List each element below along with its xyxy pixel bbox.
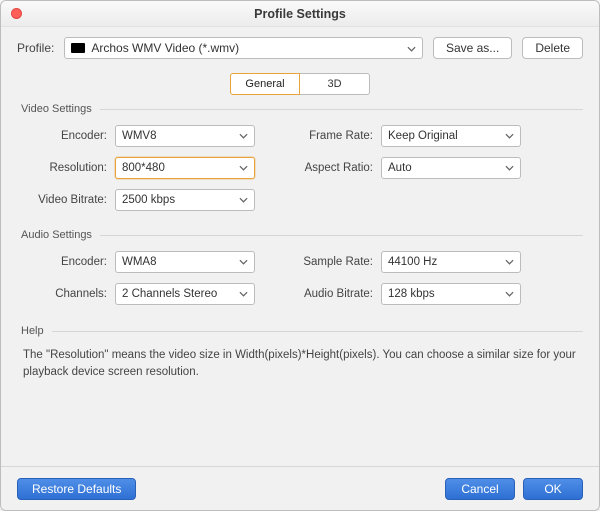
- window-title: Profile Settings: [254, 7, 346, 21]
- ok-button[interactable]: OK: [523, 478, 583, 500]
- top-row: Profile: Archos WMV Video (*.wmv) Save a…: [17, 37, 583, 59]
- audio-settings-group: Audio Settings Encoder: WMA8 Sample Rate…: [17, 229, 583, 305]
- profile-select[interactable]: Archos WMV Video (*.wmv): [64, 37, 423, 59]
- frame-rate-select[interactable]: Keep Original: [381, 125, 521, 147]
- channels-label: Channels:: [23, 288, 115, 300]
- sample-rate-select[interactable]: 44100 Hz: [381, 251, 521, 273]
- tab-general[interactable]: General: [230, 73, 300, 95]
- video-bitrate-select[interactable]: 2500 kbps: [115, 189, 255, 211]
- chevron-down-icon: [239, 162, 248, 174]
- video-settings-title: Video Settings: [21, 103, 92, 115]
- sample-rate-label: Sample Rate:: [289, 256, 381, 268]
- tabs: General 3D: [17, 73, 583, 95]
- audio-encoder-label: Encoder:: [23, 256, 115, 268]
- chevron-down-icon: [505, 162, 514, 174]
- restore-defaults-button[interactable]: Restore Defaults: [17, 478, 136, 500]
- chevron-down-icon: [505, 130, 514, 142]
- resolution-label: Resolution:: [23, 162, 115, 174]
- chevron-down-icon: [505, 256, 514, 268]
- profile-value: Archos WMV Video (*.wmv): [91, 41, 239, 55]
- channels-select[interactable]: 2 Channels Stereo: [115, 283, 255, 305]
- help-group: Help The "Resolution" means the video si…: [17, 325, 583, 382]
- video-encoder-label: Encoder:: [23, 130, 115, 142]
- aspect-ratio-select[interactable]: Auto: [381, 157, 521, 179]
- video-encoder-select[interactable]: WMV8: [115, 125, 255, 147]
- bottom-bar: Restore Defaults Cancel OK: [1, 466, 599, 510]
- profile-format-icon: [71, 43, 85, 53]
- profile-label: Profile:: [17, 41, 54, 55]
- chevron-down-icon: [407, 41, 416, 55]
- help-title: Help: [21, 325, 44, 337]
- window-controls: [11, 8, 22, 19]
- video-settings-group: Video Settings Encoder: WMV8 Frame Rate:…: [17, 103, 583, 211]
- frame-rate-label: Frame Rate:: [289, 130, 381, 142]
- aspect-ratio-label: Aspect Ratio:: [289, 162, 381, 174]
- chevron-down-icon: [239, 256, 248, 268]
- chevron-down-icon: [239, 194, 248, 206]
- video-bitrate-label: Video Bitrate:: [23, 194, 115, 206]
- profile-settings-window: Profile Settings Profile: Archos WMV Vid…: [0, 0, 600, 511]
- cancel-button[interactable]: Cancel: [445, 478, 515, 500]
- audio-bitrate-label: Audio Bitrate:: [289, 288, 381, 300]
- chevron-down-icon: [505, 288, 514, 300]
- titlebar: Profile Settings: [1, 1, 599, 27]
- chevron-down-icon: [239, 288, 248, 300]
- tab-3d[interactable]: 3D: [300, 73, 370, 95]
- audio-bitrate-select[interactable]: 128 kbps: [381, 283, 521, 305]
- chevron-down-icon: [239, 130, 248, 142]
- audio-settings-title: Audio Settings: [21, 229, 92, 241]
- close-icon[interactable]: [11, 8, 22, 19]
- save-as-button[interactable]: Save as...: [433, 37, 512, 59]
- delete-button[interactable]: Delete: [522, 37, 583, 59]
- help-text: The "Resolution" means the video size in…: [23, 347, 577, 382]
- resolution-select[interactable]: 800*480: [115, 157, 255, 179]
- audio-encoder-select[interactable]: WMA8: [115, 251, 255, 273]
